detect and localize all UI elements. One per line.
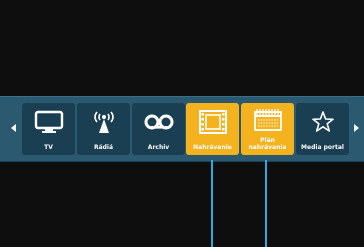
menu-item-label: Archiv [147,144,170,151]
schedule-calendar-icon [241,106,294,134]
film-strip-icon [186,108,239,136]
menu-item-media-portal[interactable]: Media portal [296,103,349,155]
menu-item-label: Nahrávanie [193,144,232,151]
tv-icon [22,108,75,136]
menu-item-archiv[interactable]: Archiv [132,103,185,155]
menu-item-label: Media portal [301,144,344,151]
menu-item-label: Rádiá [93,144,114,151]
scroll-left-arrow-icon[interactable] [11,124,16,132]
menu-item-label: Plán nahrávania [248,137,287,151]
cassette-tape-icon [132,108,185,136]
pointer-line-nahravanie [211,160,213,247]
menu-item-nahravanie[interactable]: Nahrávanie [186,103,239,155]
radio-antenna-icon [77,108,130,136]
star-icon [296,108,349,136]
scroll-right-arrow-icon[interactable] [354,124,359,132]
menu-item-plan-nahravania[interactable]: Plán nahrávania [241,103,294,155]
menu-item-tv[interactable]: TV [22,103,75,155]
screen: TV Rádiá Archiv Nahrávanie Plán nahrávan… [0,0,364,247]
menu-item-radia[interactable]: Rádiá [77,103,130,155]
pointer-line-plan-nahravania [265,160,267,247]
menu-item-label: TV [44,144,53,151]
